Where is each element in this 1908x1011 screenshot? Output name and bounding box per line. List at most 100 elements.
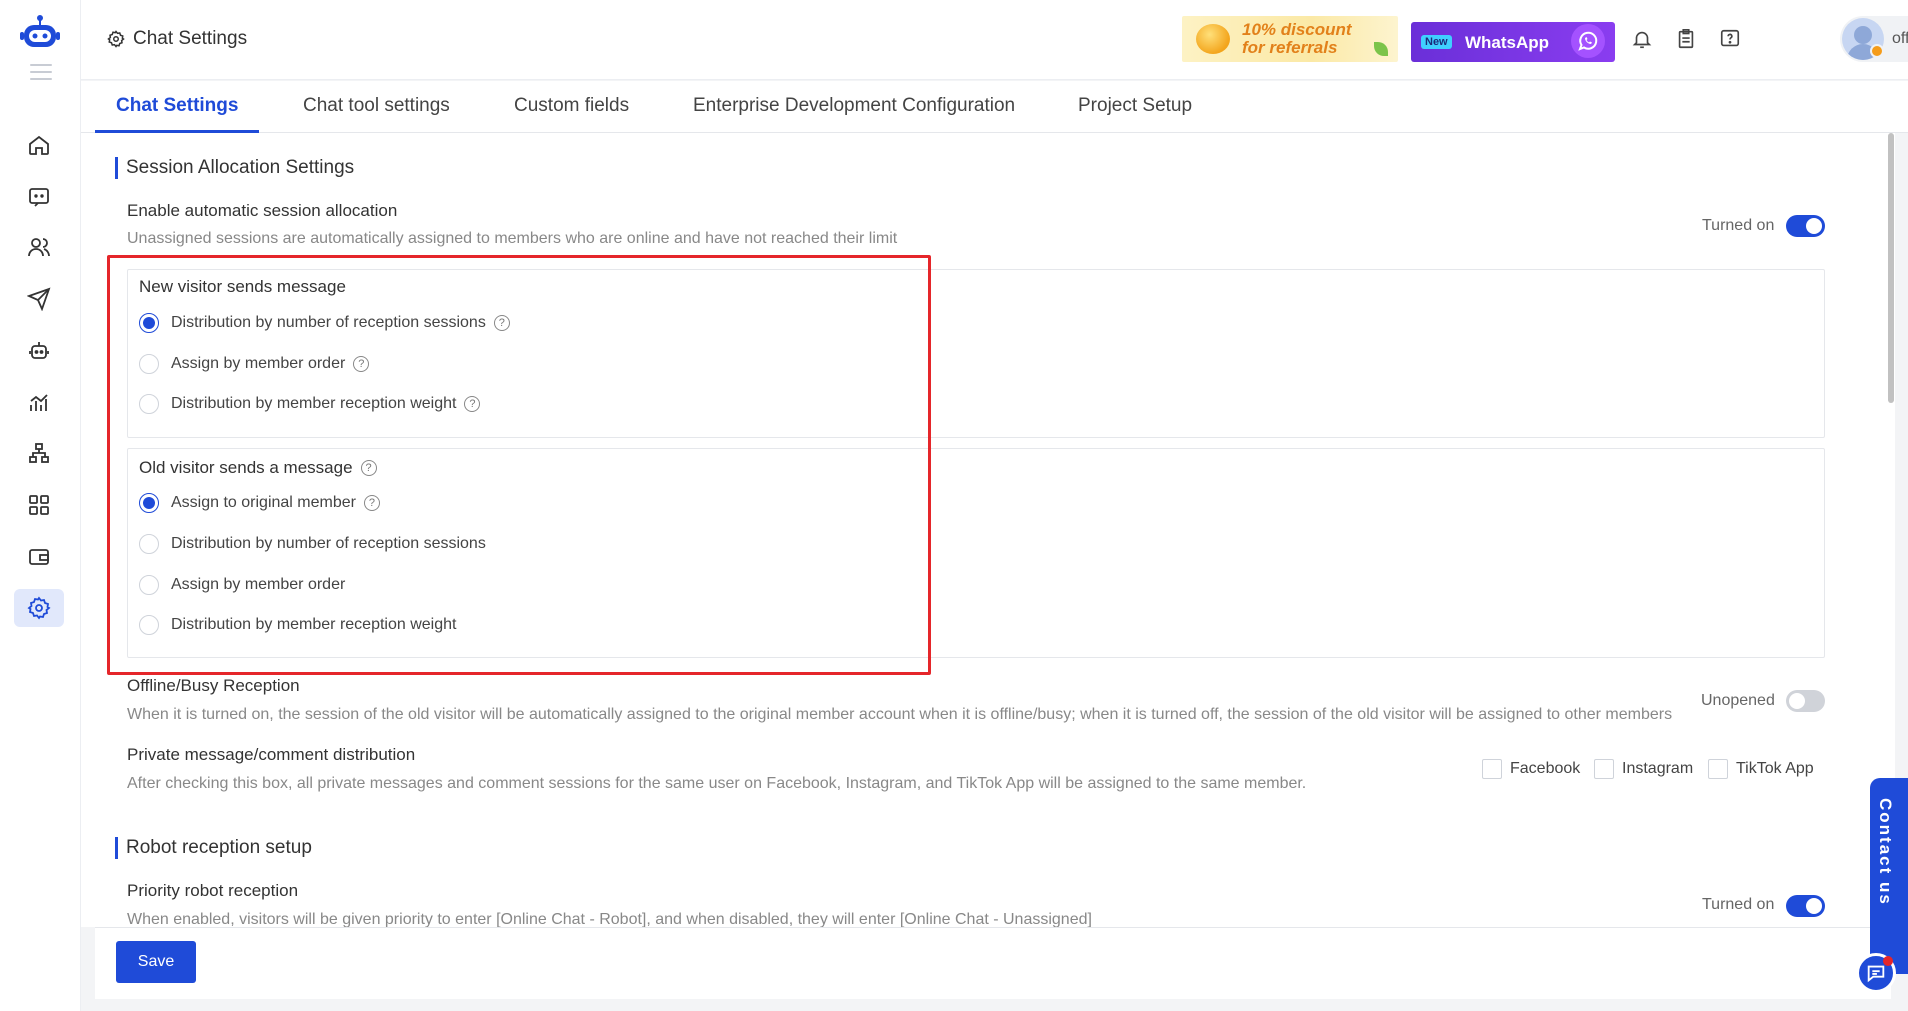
save-button[interactable]: Save <box>116 941 196 983</box>
gear-icon <box>27 596 51 620</box>
offline-reception-desc: When it is turned on, the session of the… <box>127 706 1673 723</box>
checkbox-instagram[interactable]: Instagram <box>1594 759 1693 779</box>
gear-icon <box>107 30 125 48</box>
whatsapp-promo-banner[interactable]: New WhatsApp <box>1411 22 1615 62</box>
nav-settings[interactable] <box>14 589 64 627</box>
new-badge: New <box>1421 35 1452 49</box>
apps-grid-icon <box>29 495 49 515</box>
priority-robot-desc: When enabled, visitors will be given pri… <box>127 911 1092 927</box>
chat-bubble-icon[interactable] <box>1856 953 1896 993</box>
old-visitor-option-sessions[interactable]: Distribution by number of reception sess… <box>139 534 486 554</box>
users-icon <box>28 238 50 257</box>
nav-wallet[interactable] <box>14 538 64 576</box>
user-status-text: offline <box>1892 30 1908 47</box>
checkbox[interactable] <box>1482 759 1502 779</box>
radio-button[interactable] <box>139 354 159 374</box>
nav-marketing[interactable] <box>14 280 64 318</box>
option-label: Distribution by number of reception sess… <box>171 535 486 552</box>
page-title: Chat Settings <box>107 28 247 50</box>
auto-allocation-desc: Unassigned sessions are automatically as… <box>127 230 898 247</box>
offline-reception-toggle[interactable] <box>1786 690 1825 712</box>
clipboard-icon[interactable] <box>1673 26 1699 52</box>
section-title-robot-reception: Robot reception setup <box>115 837 312 859</box>
tab-enterprise-development-configuration[interactable]: Enterprise Development Configuration <box>693 95 1015 133</box>
checkbox[interactable] <box>1594 759 1614 779</box>
checkbox-label: Facebook <box>1510 760 1581 777</box>
radio-button[interactable] <box>139 313 159 333</box>
new-visitor-title-text: New visitor sends message <box>139 277 346 296</box>
checkbox-facebook[interactable]: Facebook <box>1482 759 1580 779</box>
offline-reception-title: Offline/Busy Reception <box>127 676 300 695</box>
old-visitor-option-weight[interactable]: Distribution by member reception weight <box>139 615 456 635</box>
new-visitor-title: New visitor sends message <box>139 277 346 297</box>
promo-line-1: 10% discount <box>1242 20 1352 39</box>
checkbox-label: Instagram <box>1622 760 1694 777</box>
notification-bell-icon[interactable] <box>1629 26 1655 52</box>
old-visitor-title: Old visitor sends a message ? <box>139 458 377 478</box>
option-label: Distribution by member reception weight <box>171 395 457 412</box>
user-status-menu[interactable]: offline <box>1840 16 1908 62</box>
checkbox-label: TikTok App <box>1736 760 1814 777</box>
radio-button[interactable] <box>139 575 159 595</box>
nav-organization[interactable] <box>14 434 64 472</box>
radio-button[interactable] <box>139 394 159 414</box>
priority-robot-status: Turned on <box>1702 896 1775 913</box>
offline-reception-status: Unopened <box>1701 692 1775 709</box>
option-label: Distribution by member reception weight <box>171 616 457 633</box>
menu-toggle-icon[interactable] <box>30 64 52 82</box>
auto-allocation-toggle[interactable] <box>1786 215 1825 237</box>
radio-button[interactable] <box>139 615 159 635</box>
tab-project-setup[interactable]: Project Setup <box>1078 95 1192 133</box>
help-icon[interactable] <box>1717 26 1743 52</box>
status-dot <box>1870 44 1884 58</box>
nav-analytics[interactable] <box>14 384 64 422</box>
new-visitor-option-sessions[interactable]: Distribution by number of reception sess… <box>139 313 510 333</box>
old-visitor-title-text: Old visitor sends a message <box>139 458 353 477</box>
unread-dot <box>1883 956 1893 966</box>
contact-us-tab[interactable]: Contact us <box>1870 778 1908 974</box>
section-title-session-allocation: Session Allocation Settings <box>115 157 354 179</box>
contact-us-label: Contact us <box>1876 798 1895 906</box>
radio-button[interactable] <box>139 493 159 513</box>
settings-tabs: Chat Settings Chat tool settings Custom … <box>81 81 1908 133</box>
old-visitor-option-order[interactable]: Assign by member order <box>139 575 345 595</box>
referral-promo-banner[interactable]: 10% discount for referrals <box>1182 16 1398 62</box>
new-visitor-option-weight[interactable]: Distribution by member reception weight … <box>139 394 481 414</box>
tab-chat-settings[interactable]: Chat Settings <box>95 95 260 133</box>
radio-button[interactable] <box>139 534 159 554</box>
checkbox[interactable] <box>1708 759 1728 779</box>
nav-robot[interactable] <box>14 332 64 370</box>
nav-home[interactable] <box>14 126 64 164</box>
tab-custom-fields[interactable]: Custom fields <box>514 95 629 133</box>
help-circle-icon[interactable]: ? <box>493 315 510 331</box>
option-label: Assign to original member <box>171 494 356 511</box>
tab-chat-tool-settings[interactable]: Chat tool settings <box>303 95 450 133</box>
top-header: Chat Settings 10% discount for referrals… <box>81 0 1908 80</box>
settings-content: Session Allocation Settings Enable autom… <box>81 133 1891 927</box>
help-circle-icon[interactable]: ? <box>363 495 380 511</box>
page-title-text: Chat Settings <box>133 28 248 49</box>
checkbox-tiktok[interactable]: TikTok App <box>1708 759 1814 779</box>
new-visitor-option-order[interactable]: Assign by member order ? <box>139 354 370 374</box>
whatsapp-label: WhatsApp <box>1465 33 1550 52</box>
promo-line-2: for referrals <box>1242 38 1338 57</box>
robot-icon <box>29 342 49 359</box>
old-visitor-option-original[interactable]: Assign to original member ? <box>139 493 380 513</box>
help-circle-icon[interactable]: ? <box>464 396 481 412</box>
nav-chat[interactable] <box>14 178 64 216</box>
priority-robot-toggle[interactable] <box>1786 895 1825 917</box>
coin-icon <box>1196 24 1230 54</box>
nav-apps[interactable] <box>14 486 64 524</box>
send-icon <box>27 287 51 311</box>
robot-logo-icon[interactable] <box>20 14 60 50</box>
nav-contacts[interactable] <box>14 228 64 266</box>
help-circle-icon[interactable]: ? <box>353 356 370 372</box>
private-distribution-title: Private message/comment distribution <box>127 745 416 764</box>
private-distribution-desc: After checking this box, all private mes… <box>127 775 1307 792</box>
analytics-icon <box>30 394 48 411</box>
bottom-action-bar: Save <box>95 927 1891 999</box>
help-circle-icon[interactable]: ? <box>360 460 377 476</box>
scrollbar-thumb[interactable] <box>1888 133 1894 403</box>
option-label: Assign by member order <box>171 355 346 372</box>
option-label: Assign by member order <box>171 576 346 593</box>
